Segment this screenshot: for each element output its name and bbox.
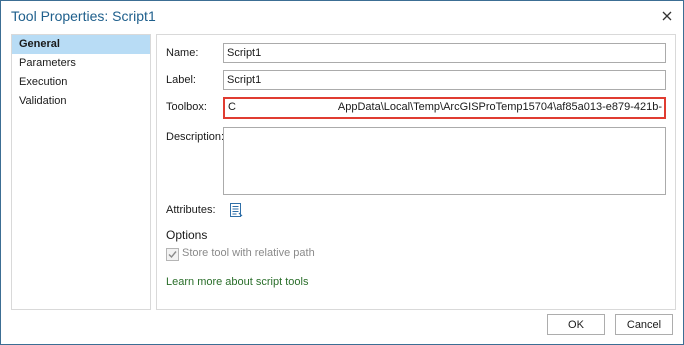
sidebar-item-execution[interactable]: Execution [12, 73, 150, 92]
name-field[interactable]: Script1 [223, 43, 666, 63]
learn-more-link[interactable]: Learn more about script tools [166, 276, 308, 288]
toolbox-label: Toolbox: [166, 101, 207, 113]
toolbox-path-drive: C [228, 101, 236, 113]
relative-path-label: Store tool with relative path [182, 247, 315, 259]
close-icon[interactable] [659, 8, 675, 24]
options-heading: Options [166, 228, 208, 242]
script-document-icon[interactable] [228, 202, 244, 218]
sidebar-item-parameters[interactable]: Parameters [12, 54, 150, 73]
description-textarea[interactable] [223, 127, 666, 195]
toolbox-path-field[interactable]: C AppData\Local\Temp\ArcGISProTemp15704\… [223, 97, 666, 119]
name-label: Name: [166, 47, 199, 59]
tool-properties-dialog: Tool Properties: Script1 General Paramet… [0, 0, 684, 345]
general-panel: Name: Script1 Label: Script1 Toolbox: C … [156, 34, 676, 310]
ok-button[interactable]: OK [547, 314, 605, 335]
label-label: Label: [166, 74, 196, 86]
sidebar-item-validation[interactable]: Validation [12, 92, 150, 111]
title-bar: Tool Properties: Script1 [1, 1, 683, 33]
description-label: Description: [166, 131, 225, 143]
relative-path-checkbox [166, 248, 179, 261]
cancel-button[interactable]: Cancel [615, 314, 673, 335]
attributes-label: Attributes: [166, 204, 216, 216]
dialog-title: Tool Properties: Script1 [11, 8, 156, 24]
toolbox-path-value: AppData\Local\Temp\ArcGISProTemp15704\af… [337, 101, 662, 113]
label-field[interactable]: Script1 [223, 70, 666, 90]
sidebar-item-general[interactable]: General [12, 35, 150, 54]
sidebar-nav: General Parameters Execution Validation [11, 34, 151, 310]
